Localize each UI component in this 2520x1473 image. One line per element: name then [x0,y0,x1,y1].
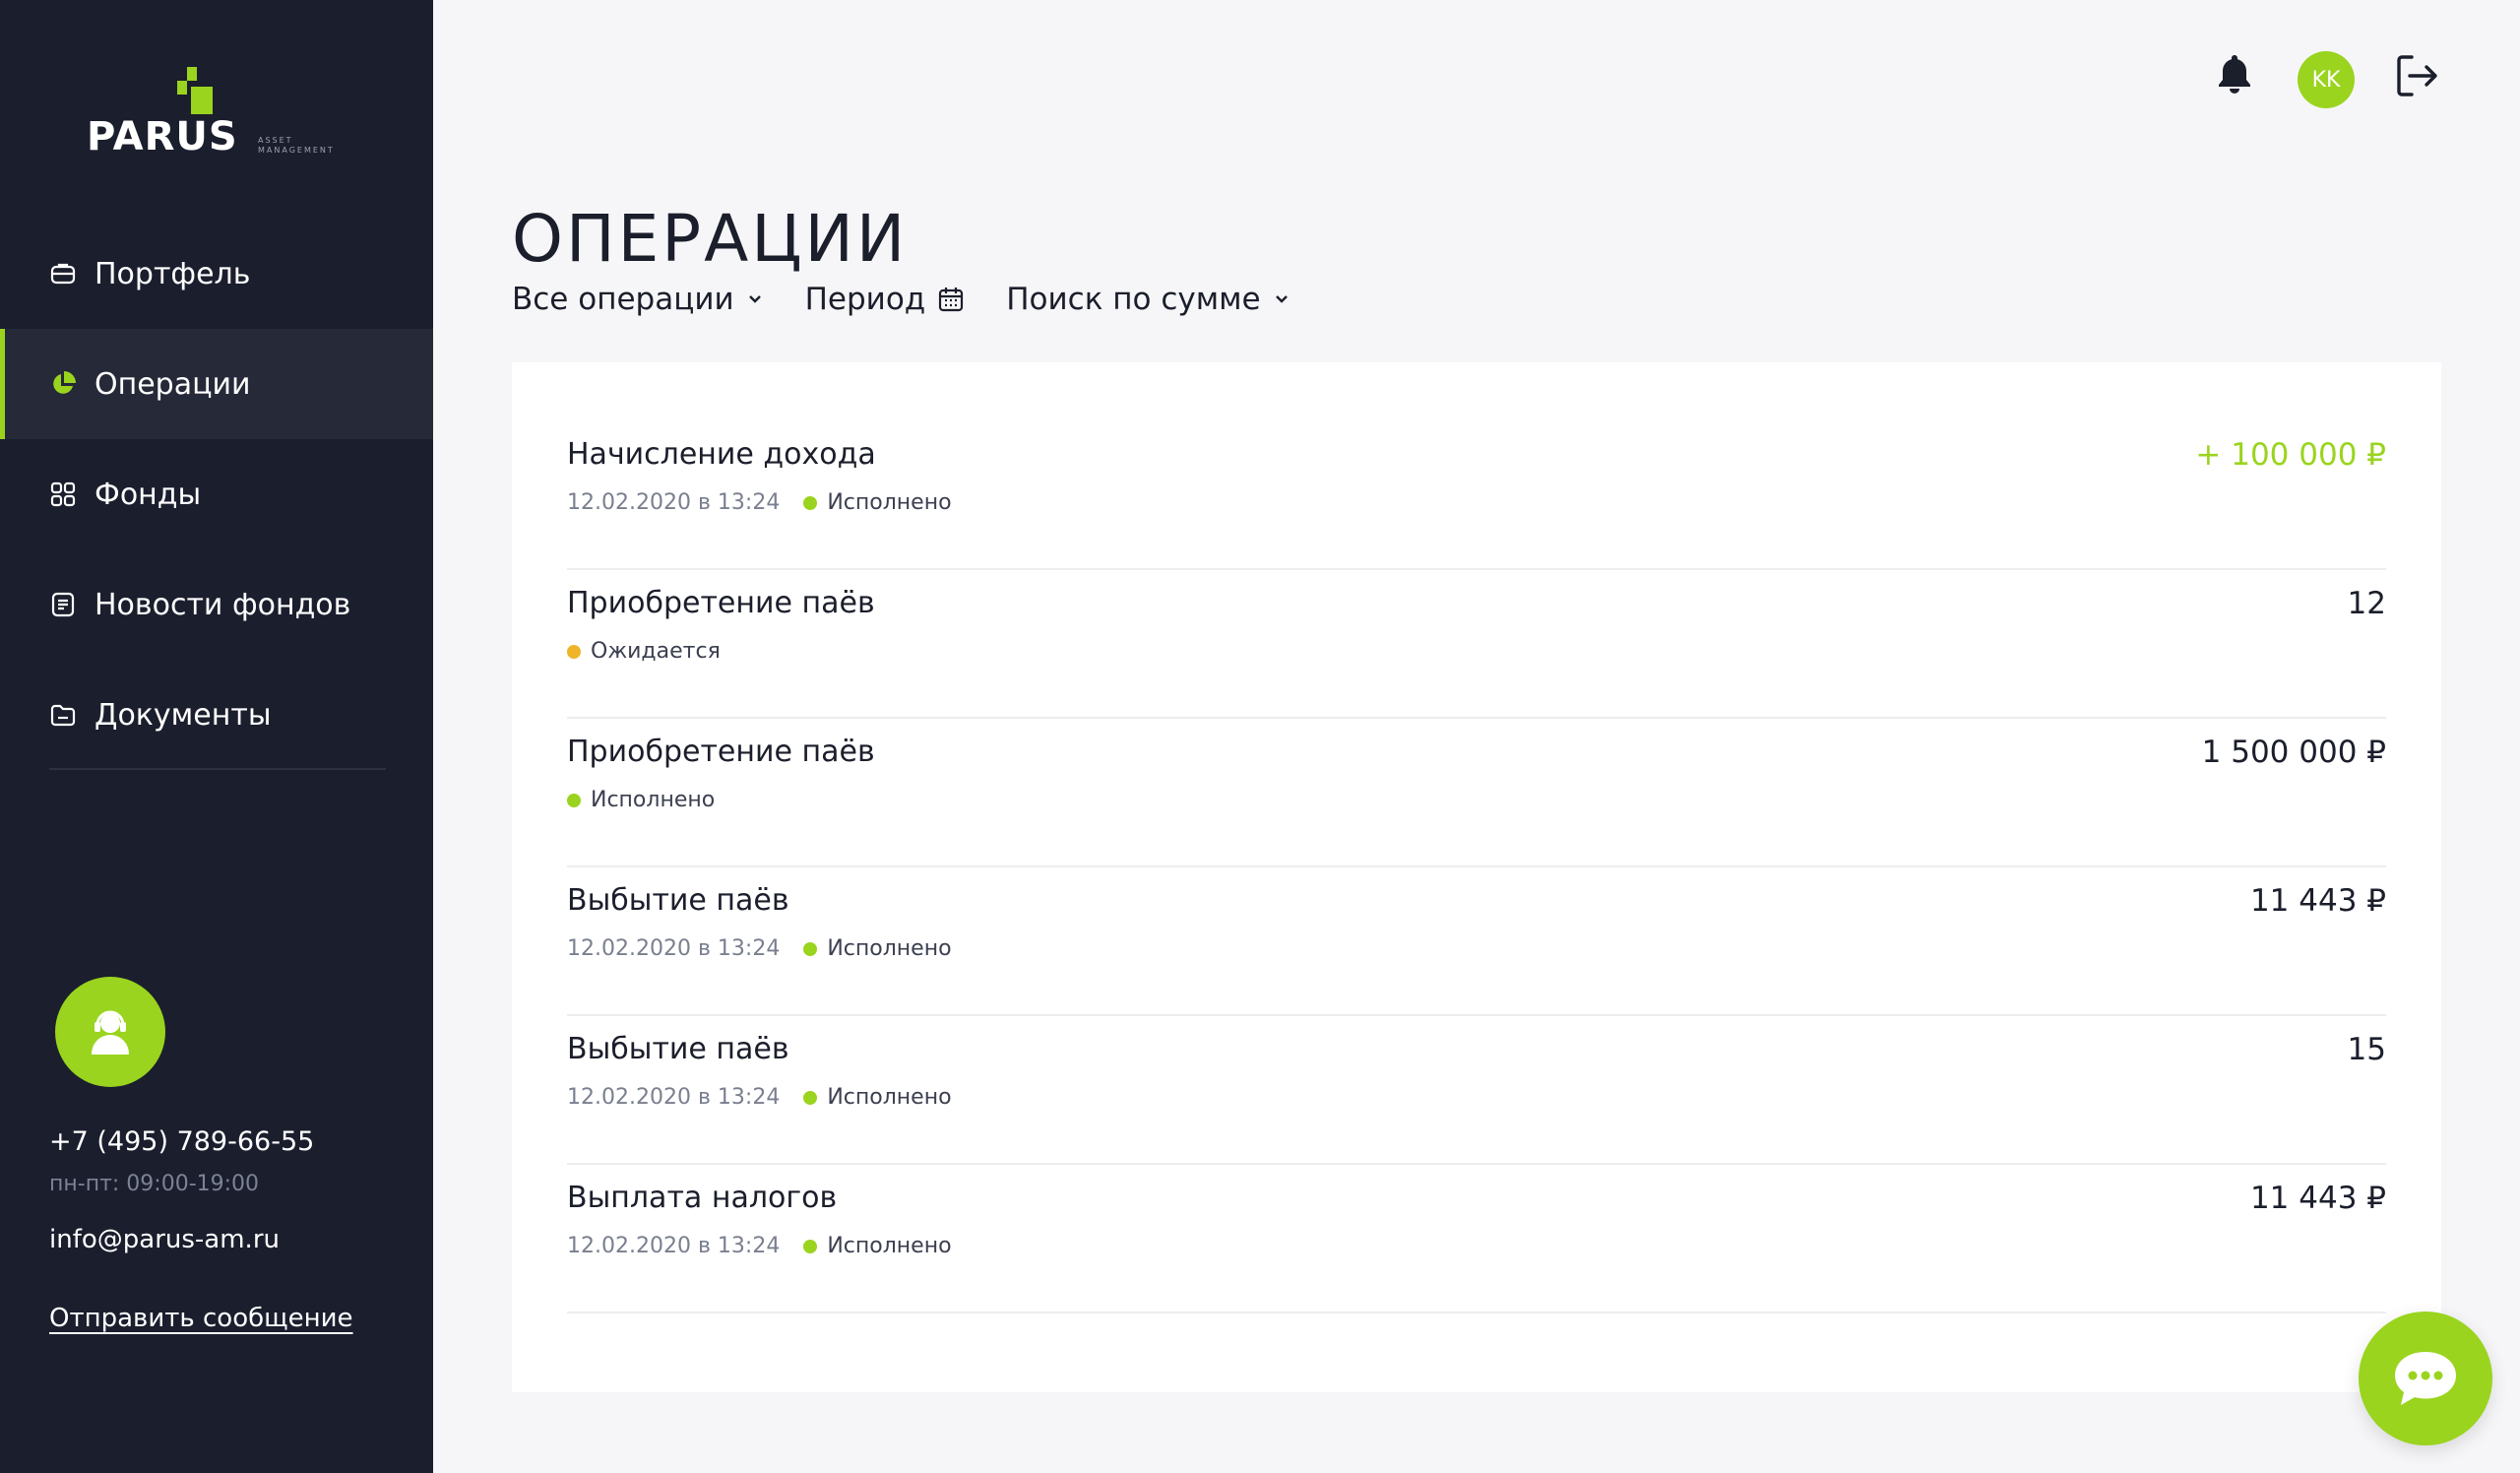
operation-date: 12.02.2020 в 13:24 [567,1234,781,1258]
operation-amount: 1 500 000 ₽ [2201,735,2386,770]
sidebar-item-portfolio[interactable]: Портфель [0,219,433,329]
operation-title: Выплата налогов [567,1181,838,1215]
chevron-down-icon [1275,295,1288,303]
operation-meta: 12.02.2020 в 13:24 Исполнено [567,936,952,961]
sidebar-item-operations[interactable]: Операции [0,329,433,439]
logo-mark-icon [177,67,213,114]
operation-row[interactable]: Выбытие паёв 12.02.2020 в 13:24 Исполнен… [567,867,2386,1016]
operation-date: 12.02.2020 в 13:24 [567,936,781,961]
operation-date: 12.02.2020 в 13:24 [567,1085,781,1110]
operation-row[interactable]: Приобретение паёв Исполнено 1 500 000 ₽ [567,719,2386,867]
sidebar-item-fund-news[interactable]: Новости фондов [0,549,433,660]
operation-status: Исполнено [827,936,952,961]
operation-status: Ожидается [591,639,721,664]
period-label: Период [804,282,926,317]
brand-subtitle: ASSET MANAGEMENT [258,136,335,156]
briefcase-icon [49,260,77,288]
operation-amount: 12 [2347,586,2386,621]
news-icon [49,591,77,618]
operation-title: Приобретение паёв [567,586,875,620]
folder-icon [49,701,77,729]
operation-row[interactable]: Приобретение паёв Ожидается 12 [567,570,2386,719]
sidebar-item-label: Фонды [94,477,202,512]
support-phone[interactable]: +7 (495) 789-66-55 [49,1126,314,1157]
chat-button[interactable] [2359,1312,2492,1445]
bell-icon[interactable] [2217,53,2252,98]
brand-subtitle-line2: MANAGEMENT [258,146,335,155]
period-picker[interactable]: Период [805,282,966,317]
chat-bubble-icon [2395,1352,2456,1405]
sidebar-item-label: Новости фондов [94,587,351,622]
brand-logo[interactable]: PARUS ASSET MANAGEMENT [87,67,352,165]
amount-search-dropdown[interactable]: Поиск по сумме [1006,282,1290,317]
send-message-link[interactable]: Отправить сообщение [49,1304,353,1333]
chevron-down-icon [748,295,761,303]
sidebar-item-documents[interactable]: Документы [0,660,433,770]
amount-search-label: Поиск по сумме [1006,282,1261,317]
support-agent-icon [55,977,165,1087]
status-dot [803,1239,818,1253]
brand-subtitle-line1: ASSET [258,136,293,145]
operations-type-dropdown[interactable]: Все операции [512,282,764,317]
sidebar-divider [49,768,386,770]
brand-name: PARUS [87,114,238,160]
operation-meta: Исполнено [567,788,715,812]
operation-title: Выбытие паёв [567,883,789,918]
operation-status: Исполнено [827,1234,952,1258]
sidebar-nav: Портфель Операции Фонды Новости фондов Д… [0,219,433,770]
operations-card: Начисление дохода 12.02.2020 в 13:24 Исп… [512,362,2441,1392]
operation-title: Выбытие паёв [567,1032,789,1066]
operations-list: Начисление дохода 12.02.2020 в 13:24 Исп… [567,421,2386,1313]
logout-icon[interactable] [2394,53,2439,102]
status-dot [803,495,818,510]
operation-meta: Ожидается [567,639,721,664]
operation-amount: 15 [2347,1032,2386,1067]
status-dot [803,1090,818,1105]
page-title: ОПЕРАЦИИ [512,201,909,278]
operation-status: Исполнено [827,1085,952,1110]
operation-row[interactable]: Выбытие паёв 12.02.2020 в 13:24 Исполнен… [567,1016,2386,1165]
operation-amount: 11 443 ₽ [2249,1181,2386,1216]
operation-meta: 12.02.2020 в 13:24 Исполнено [567,1085,952,1110]
support-hours: пн-пт: 09:00-19:00 [49,1172,260,1196]
sidebar-item-funds[interactable]: Фонды [0,439,433,549]
sidebar-item-label: Операции [94,366,251,402]
support-email[interactable]: info@parus-am.ru [49,1225,280,1254]
pie-chart-icon [49,370,77,398]
grid-icon [49,480,77,508]
user-initials: KK [2311,67,2341,93]
operation-status: Исполнено [591,788,716,812]
operation-meta: 12.02.2020 в 13:24 Исполнено [567,490,952,515]
status-dot [567,793,581,807]
sidebar: PARUS ASSET MANAGEMENT Портфель Операции… [0,0,433,1473]
operation-meta: 12.02.2020 в 13:24 Исполнено [567,1234,952,1258]
filter-bar: Все операции Период Поиск по сумме [512,282,1332,317]
operation-row[interactable]: Выплата налогов 12.02.2020 в 13:24 Испол… [567,1165,2386,1313]
operation-date: 12.02.2020 в 13:24 [567,490,781,515]
sidebar-item-label: Портфель [94,256,251,291]
operation-title: Приобретение паёв [567,735,875,769]
user-avatar[interactable]: KK [2298,51,2355,108]
operations-type-label: Все операции [512,282,734,317]
operation-amount: + 100 000 ₽ [2195,437,2386,473]
operation-status: Исполнено [827,490,952,515]
operation-row[interactable]: Начисление дохода 12.02.2020 в 13:24 Исп… [567,421,2386,570]
sidebar-item-label: Документы [94,697,272,733]
status-dot [567,644,581,659]
status-dot [803,941,818,956]
calendar-icon [939,288,964,312]
operation-amount: 11 443 ₽ [2249,883,2386,919]
operation-title: Начисление дохода [567,437,876,472]
